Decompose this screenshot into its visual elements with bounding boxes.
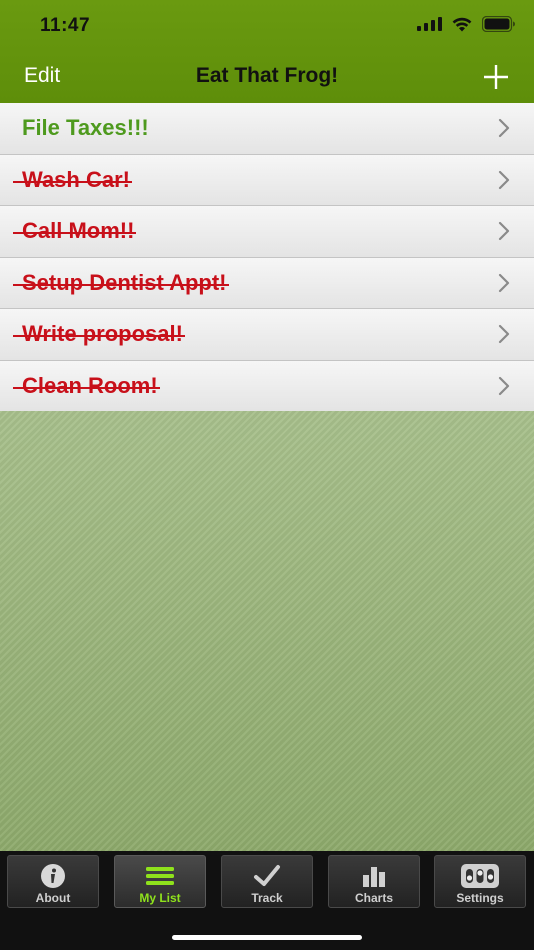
bar-chart-icon — [359, 863, 389, 894]
strikethrough-line — [13, 386, 160, 389]
sliders-icon — [460, 863, 500, 894]
status-icons — [417, 16, 516, 32]
task-label-text: Setup Dentist Appt! — [22, 269, 227, 295]
task-label: Write proposal! — [13, 321, 185, 347]
task-label-text: Wash Car! — [22, 166, 130, 192]
strikethrough-line — [13, 283, 229, 286]
empty-area-background — [0, 411, 534, 851]
task-label: Clean Room! — [13, 372, 160, 399]
task-label-text: Write proposal! — [22, 321, 183, 347]
task-label: Wash Car! — [13, 166, 132, 193]
tab-about[interactable]: About — [7, 855, 99, 908]
chevron-right-icon — [498, 273, 510, 292]
chevron-right-icon — [498, 222, 510, 241]
home-indicator — [172, 935, 362, 940]
cellular-signal-icon — [417, 17, 442, 31]
task-label-text: Clean Room! — [22, 372, 158, 398]
battery-icon — [482, 16, 516, 32]
chevron-right-icon — [498, 170, 510, 189]
navigation-header: 11:47 Edit Eat That Frog! — [0, 0, 534, 103]
task-label-text: File Taxes!!! — [22, 115, 149, 141]
status-time: 11:47 — [40, 15, 91, 36]
app-screen: 11:47 Edit Eat That Frog! File Taxes!!! … — [0, 0, 534, 950]
list-item[interactable]: Write proposal! — [0, 309, 534, 361]
tab-track[interactable]: Track — [221, 855, 313, 908]
strikethrough-line — [13, 232, 137, 235]
tab-settings[interactable]: Settings — [434, 855, 526, 908]
wifi-icon — [452, 17, 472, 32]
list-item[interactable]: Call Mom!! — [0, 206, 534, 258]
chevron-right-icon — [498, 376, 510, 395]
tab-charts[interactable]: Charts — [328, 855, 420, 908]
list-icon — [144, 863, 176, 894]
chevron-right-icon — [498, 119, 510, 138]
task-list: File Taxes!!! Wash Car! Call Mom!! Setup De… — [0, 103, 534, 412]
task-label: Setup Dentist Appt! — [13, 269, 229, 296]
list-item[interactable]: Clean Room! — [0, 360, 534, 412]
list-item[interactable]: Wash Car! — [0, 154, 534, 206]
tab-my-list[interactable]: My List — [114, 855, 206, 908]
plus-icon[interactable] — [482, 63, 510, 91]
chevron-right-icon — [498, 325, 510, 344]
info-icon — [38, 863, 68, 894]
page-title: Eat That Frog! — [195, 64, 339, 87]
task-label: Call Mom!! — [13, 218, 137, 244]
list-item[interactable]: File Taxes!!! — [0, 103, 534, 155]
task-label: File Taxes!!! — [22, 115, 149, 141]
list-item[interactable]: Setup Dentist Appt! — [0, 257, 534, 309]
task-label-text: Call Mom!! — [22, 218, 135, 244]
strikethrough-line — [13, 180, 132, 183]
strikethrough-line — [13, 335, 185, 338]
checkmark-icon — [252, 863, 282, 894]
